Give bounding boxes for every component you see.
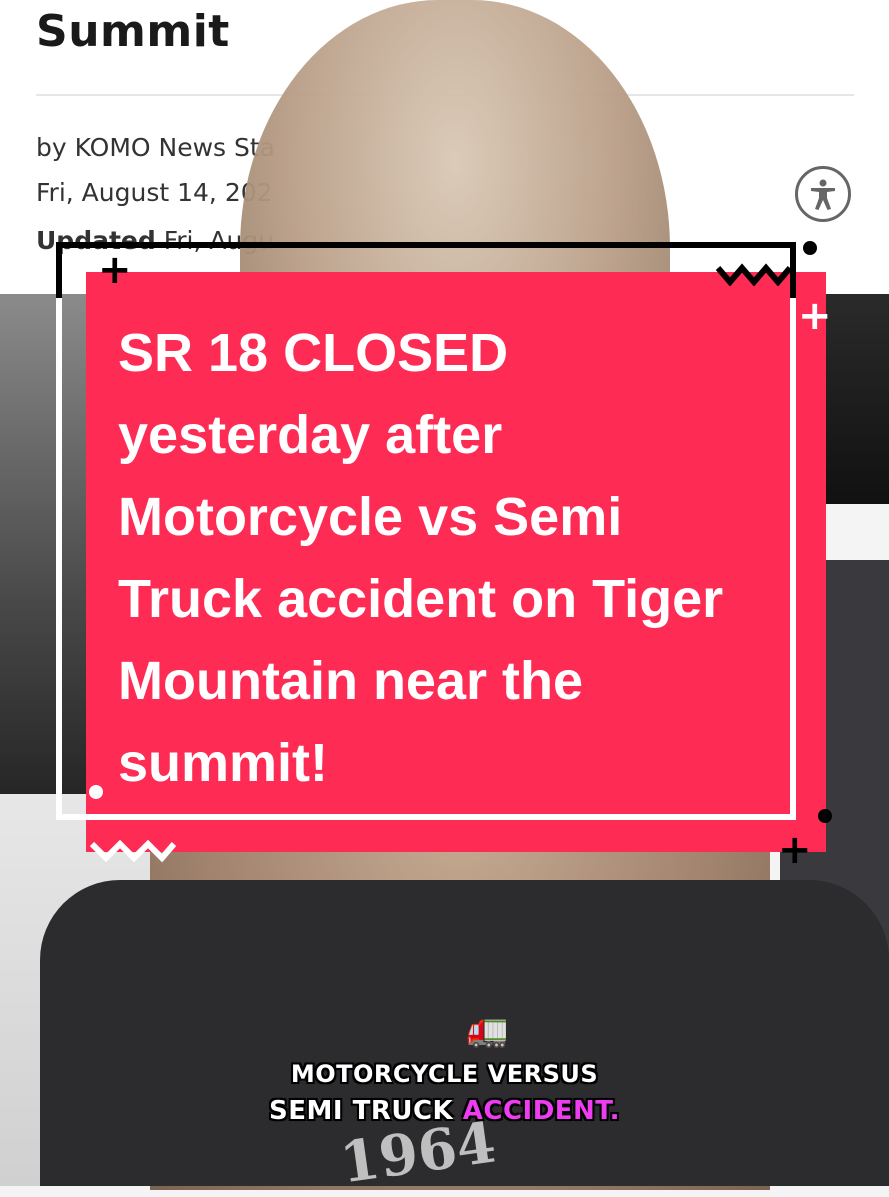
caption-line-2-prefix: SEMI TRUCK bbox=[269, 1096, 463, 1126]
caption-line-2: SEMI TRUCK ACCIDENT. bbox=[0, 1096, 889, 1126]
caption-highlight: ACCIDENT. bbox=[462, 1096, 620, 1126]
headline-text: SR 18 CLOSED yesterday after Motorcycle … bbox=[118, 323, 724, 793]
card-frame-accent-top bbox=[56, 242, 796, 248]
accessibility-button[interactable] bbox=[795, 166, 851, 222]
dot-decoration-bottom-right bbox=[818, 809, 832, 823]
dot-decoration-bottom-left bbox=[89, 785, 103, 799]
zigzag-decoration-top bbox=[716, 263, 792, 286]
article-title: Summit bbox=[36, 6, 230, 57]
plus-decoration-right: + bbox=[798, 293, 832, 339]
zigzag-decoration-bottom bbox=[90, 839, 176, 862]
truck-icon: 🚛 bbox=[466, 1010, 509, 1050]
caption-line-1: MOTORCYCLE VERSUS bbox=[290, 1060, 599, 1088]
dot-decoration-top-right bbox=[803, 241, 817, 255]
article-date: Fri, August 14, 202 bbox=[36, 178, 273, 207]
plus-decoration-top-left: + bbox=[98, 247, 132, 293]
plus-decoration-bottom-right: + bbox=[778, 827, 812, 873]
card-frame-accent-left bbox=[56, 242, 62, 298]
article-byline: by KOMO News Sta bbox=[36, 133, 276, 162]
